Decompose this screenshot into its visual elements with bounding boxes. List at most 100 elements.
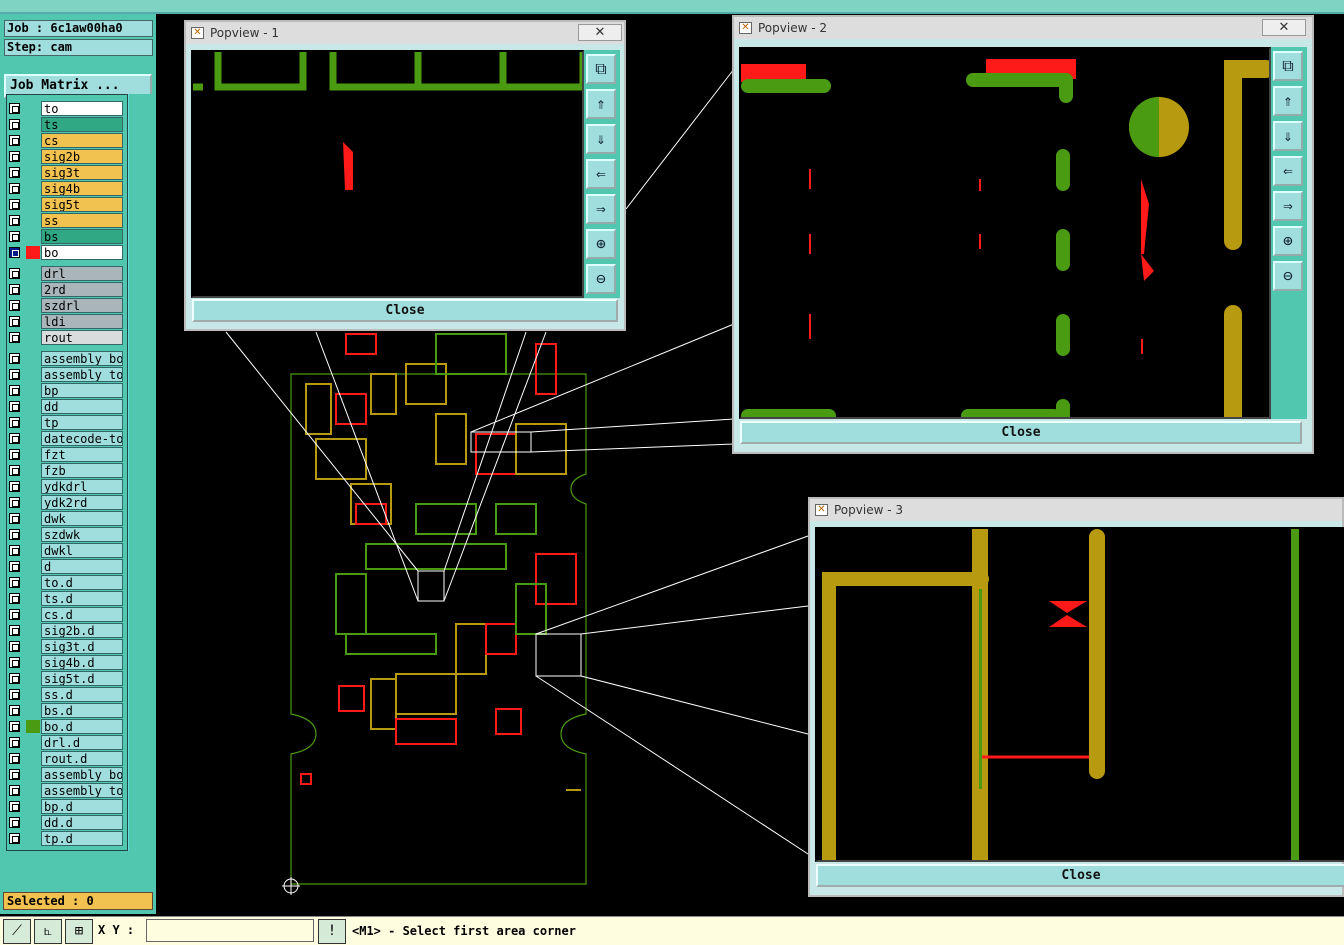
popview-3-titlebar[interactable]: ✕ Popview - 3 bbox=[810, 499, 1342, 521]
xy-input[interactable] bbox=[146, 919, 314, 942]
layer-name[interactable]: assembly_top bbox=[41, 783, 123, 798]
layer-row[interactable]: dd bbox=[7, 399, 127, 414]
layer-row[interactable]: fzt bbox=[7, 447, 127, 462]
layer-checkbox[interactable] bbox=[9, 497, 20, 508]
layer-name[interactable]: szdrl bbox=[41, 298, 123, 313]
layer-checkbox[interactable] bbox=[9, 737, 20, 748]
popview-3-canvas[interactable] bbox=[815, 527, 1344, 862]
layer-row[interactable]: bp bbox=[7, 383, 127, 398]
layer-checkbox[interactable] bbox=[9, 183, 20, 194]
layer-checkbox[interactable] bbox=[9, 385, 20, 396]
layer-name[interactable]: dwkl bbox=[41, 543, 123, 558]
layer-checkbox[interactable] bbox=[9, 753, 20, 764]
layer-row[interactable]: drl bbox=[7, 266, 127, 281]
zoom-in-icon[interactable]: ⊕ bbox=[1273, 226, 1303, 256]
pan-down-icon[interactable]: ⇓ bbox=[1273, 121, 1303, 151]
layer-checkbox[interactable] bbox=[9, 641, 20, 652]
layer-checkbox[interactable] bbox=[9, 721, 20, 732]
layer-checkbox[interactable] bbox=[9, 199, 20, 210]
zoom-out-icon[interactable]: ⊖ bbox=[586, 264, 616, 294]
layer-name[interactable]: dd.d bbox=[41, 815, 123, 830]
layer-row[interactable]: sig3t bbox=[7, 165, 127, 180]
zoom-home-icon[interactable]: ⧉ bbox=[586, 54, 616, 84]
layer-name[interactable]: dd bbox=[41, 399, 123, 414]
layer-row[interactable]: ts.d bbox=[7, 591, 127, 606]
layer-row[interactable]: ydk2rd bbox=[7, 495, 127, 510]
layer-name[interactable]: sig3t bbox=[41, 165, 123, 180]
layer-row[interactable]: cs bbox=[7, 133, 127, 148]
popview-2-close-button[interactable]: Close bbox=[740, 421, 1302, 444]
layer-checkbox[interactable] bbox=[9, 817, 20, 828]
layer-checkbox[interactable] bbox=[9, 316, 20, 327]
layer-name[interactable]: tp bbox=[41, 415, 123, 430]
layer-checkbox[interactable] bbox=[9, 465, 20, 476]
layer-row[interactable]: assembly_top bbox=[7, 367, 127, 382]
layer-name[interactable]: ss bbox=[41, 213, 123, 228]
layer-checkbox[interactable] bbox=[9, 103, 20, 114]
layer-checkbox[interactable] bbox=[9, 300, 20, 311]
layer-checkbox[interactable] bbox=[9, 417, 20, 428]
layer-name[interactable]: assembly_top bbox=[41, 367, 123, 382]
layer-row[interactable]: sig4b.d bbox=[7, 655, 127, 670]
layer-name[interactable]: bo.d bbox=[41, 719, 123, 734]
layer-checkbox[interactable] bbox=[9, 657, 20, 668]
layer-list[interactable]: to ts cs sig2b sig3t sig4b sig5t ss bs bo drl 2rd sz… bbox=[6, 94, 128, 851]
layer-checkbox[interactable] bbox=[9, 513, 20, 524]
layer-row[interactable]: sig4b bbox=[7, 181, 127, 196]
layer-name[interactable]: drl bbox=[41, 266, 123, 281]
popview-1-canvas[interactable] bbox=[191, 50, 584, 298]
popview-1-close-icon[interactable]: ✕ bbox=[578, 24, 622, 41]
layer-row[interactable]: ydkdrl bbox=[7, 479, 127, 494]
layer-row[interactable]: d bbox=[7, 559, 127, 574]
layer-checkbox[interactable] bbox=[9, 545, 20, 556]
layer-row[interactable]: drl.d bbox=[7, 735, 127, 750]
layer-name[interactable]: sig3t.d bbox=[41, 639, 123, 654]
layer-name[interactable]: bs bbox=[41, 229, 123, 244]
zoom-home-icon[interactable]: ⧉ bbox=[1273, 51, 1303, 81]
layer-row[interactable]: to bbox=[7, 101, 127, 116]
layer-checkbox[interactable] bbox=[9, 167, 20, 178]
layer-row[interactable]: ts bbox=[7, 117, 127, 132]
layer-row[interactable]: ldi bbox=[7, 314, 127, 329]
layer-row[interactable]: sig5t bbox=[7, 197, 127, 212]
layer-row[interactable]: bs.d bbox=[7, 703, 127, 718]
layer-name[interactable]: cs.d bbox=[41, 607, 123, 622]
layer-name[interactable]: ts.d bbox=[41, 591, 123, 606]
layer-checkbox[interactable] bbox=[9, 529, 20, 540]
layer-row[interactable]: assembly_bot bbox=[7, 767, 127, 782]
layer-checkbox[interactable] bbox=[9, 689, 20, 700]
layer-checkbox[interactable] bbox=[9, 231, 20, 242]
layer-checkbox[interactable] bbox=[9, 449, 20, 460]
alert-icon[interactable]: ! bbox=[318, 919, 346, 944]
layer-row[interactable]: ss.d bbox=[7, 687, 127, 702]
layer-checkbox[interactable] bbox=[9, 369, 20, 380]
pan-right-icon[interactable]: ⇒ bbox=[586, 194, 616, 224]
layer-name[interactable]: 2rd bbox=[41, 282, 123, 297]
layer-checkbox[interactable] bbox=[9, 481, 20, 492]
layer-checkbox[interactable] bbox=[9, 833, 20, 844]
layer-name[interactable]: cs bbox=[41, 133, 123, 148]
layer-name[interactable]: tp.d bbox=[41, 831, 123, 846]
layer-name[interactable]: ydkdrl bbox=[41, 479, 123, 494]
layer-name[interactable]: fzt bbox=[41, 447, 123, 462]
pan-down-icon[interactable]: ⇓ bbox=[586, 124, 616, 154]
layer-checkbox[interactable] bbox=[9, 561, 20, 572]
layer-name[interactable]: fzb bbox=[41, 463, 123, 478]
layer-name[interactable]: sig4b.d bbox=[41, 655, 123, 670]
layer-checkbox[interactable] bbox=[9, 801, 20, 812]
layer-name[interactable]: rout.d bbox=[41, 751, 123, 766]
layer-checkbox[interactable] bbox=[9, 705, 20, 716]
layer-checkbox[interactable] bbox=[9, 268, 20, 279]
layer-checkbox[interactable] bbox=[9, 769, 20, 780]
layer-checkbox[interactable] bbox=[9, 577, 20, 588]
measure-icon[interactable]: ⟋ bbox=[3, 919, 31, 944]
layer-name[interactable]: drl.d bbox=[41, 735, 123, 750]
layer-checkbox[interactable] bbox=[9, 625, 20, 636]
layer-name[interactable]: bp bbox=[41, 383, 123, 398]
layer-name[interactable]: datecode-to bbox=[41, 431, 123, 446]
layer-row[interactable]: dd.d bbox=[7, 815, 127, 830]
layer-checkbox[interactable] bbox=[9, 215, 20, 226]
layer-name[interactable]: szdwk bbox=[41, 527, 123, 542]
layer-row[interactable]: bp.d bbox=[7, 799, 127, 814]
popview-2-close-icon[interactable]: ✕ bbox=[1262, 19, 1306, 36]
